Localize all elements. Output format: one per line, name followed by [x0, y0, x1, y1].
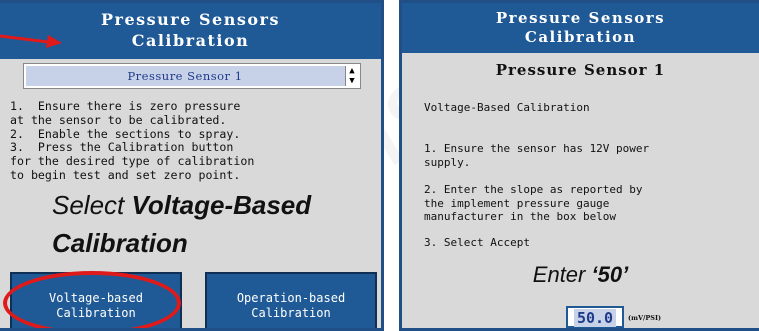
left-instructions: 1. Ensure there is zero pressure at the …: [10, 99, 255, 182]
slope-input[interactable]: 50.0: [566, 306, 624, 328]
right-title-bar: Pressure Sensors Calibration: [402, 3, 759, 53]
selector-value: Pressure Sensor 1: [127, 69, 243, 83]
callout-value: ‘50’: [591, 262, 629, 287]
red-arrow-icon: [0, 34, 62, 48]
pressure-sensor-selector[interactable]: Pressure Sensor 1 ▲ ▼: [24, 64, 360, 88]
callout-select: Select: [52, 190, 125, 220]
button-label-line1: Operation-based: [236, 291, 346, 305]
callout-enter-value: Enter ‘50’: [402, 261, 759, 289]
button-label-line2: Calibration: [251, 306, 331, 320]
callout-calibration: Calibration: [52, 228, 188, 258]
step-2-text: 2. Enter the slope as reported by the im…: [424, 183, 643, 223]
operation-based-calibration-button[interactable]: Operation-based Calibration: [205, 272, 377, 328]
callout-voltage-based: Voltage-Based: [131, 190, 312, 220]
up-down-arrows-icon[interactable]: ▲ ▼: [345, 66, 358, 86]
left-title-line1: Pressure Sensors: [101, 10, 280, 29]
sensor-heading: Pressure Sensor 1: [495, 61, 666, 79]
step-1-text: 1. Ensure the sensor has 12V power suppl…: [424, 142, 650, 169]
calibration-mode-label: Voltage-Based Calibration: [424, 101, 590, 114]
callout-enter: Enter: [532, 262, 586, 287]
callout-select-text: Select Voltage-Based: [52, 189, 311, 221]
right-title-line2: Calibration: [524, 28, 637, 46]
right-title-line1: Pressure Sensors: [495, 9, 666, 27]
right-calibration-screen: Pressure Sensors Calibration Pressure Se…: [399, 0, 759, 331]
slope-value: 50.0: [573, 309, 617, 327]
slope-unit-label: (mV/PSI): [628, 314, 662, 322]
highlight-ellipse: [3, 271, 181, 328]
step-3-text: 3. Select Accept: [424, 236, 530, 249]
